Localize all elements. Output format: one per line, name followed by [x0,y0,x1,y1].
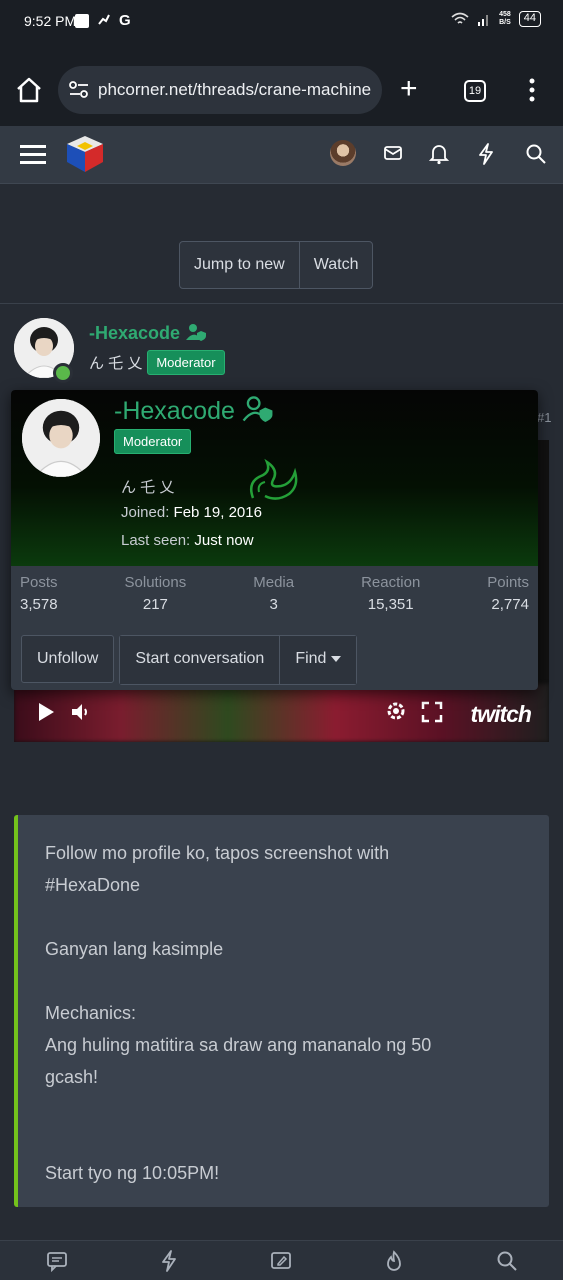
author-title-text: ん 乇 乂 [89,355,143,372]
volume-icon[interactable] [70,701,92,728]
quote-line: Mechanics: [45,1003,137,1023]
search-icon[interactable] [525,143,547,170]
quote-line: Follow mo profile ko, tapos screenshot w… [45,843,390,863]
start-conversation-button[interactable]: Start conversation [120,636,280,684]
online-indicator [53,363,73,383]
forums-icon[interactable] [46,1250,68,1277]
quote-line: #HexaDone [45,875,141,895]
member-card-actions: Unfollow Start conversation Find [21,635,357,685]
member-card-title: ん 乇 乂 [121,479,175,496]
stat-posts[interactable]: Posts 3,578 [20,574,58,613]
member-card-moderator-badge: Moderator [114,429,192,454]
status-time: 9:52 PM [24,13,77,29]
url-text[interactable]: phcorner.net/threads/crane-machine [98,80,371,100]
user-avatar[interactable] [330,140,356,166]
member-card-avatar[interactable] [22,399,100,477]
inbox-icon[interactable] [383,143,403,168]
wifi-icon [451,12,469,24]
user-shield-icon [186,324,207,341]
member-card-joined: Joined: Feb 19, 2016 [121,504,262,521]
author-subtitle: ん 乇 乂 Moderator [89,350,225,375]
stat-media[interactable]: Media 3 [253,574,294,613]
author-name[interactable]: -Hexacode [89,323,207,344]
bottom-search-icon[interactable] [496,1250,518,1277]
find-dropdown-button[interactable]: Find [279,636,356,684]
tab-switcher-button[interactable]: 19 [464,80,486,102]
member-card-name[interactable]: -Hexacode [114,396,274,426]
site-settings-icon[interactable] [68,80,90,100]
member-tooltip-card: -Hexacode Moderator ん 乇 乂 Joined: Feb 19… [11,390,538,690]
status-bar: 9:52 PM G 458 B/S 44 [0,0,563,44]
forum-header [0,126,563,184]
bottom-navigation [0,1240,563,1280]
address-bar[interactable]: phcorner.net/threads/crane-machine [58,66,382,114]
moderator-badge: Moderator [147,350,225,375]
running-icon [97,12,111,29]
post-thread-icon[interactable] [270,1250,292,1277]
site-logo[interactable] [64,134,106,179]
bell-icon[interactable] [428,143,450,170]
stat-reaction[interactable]: Reaction 15,351 [361,574,420,613]
quote-line: Ang huling matitira sa draw ang mananalo… [45,1035,432,1055]
stat-solutions[interactable]: Solutions 217 [125,574,187,613]
notification-icon [75,13,89,28]
hamburger-menu-icon[interactable] [20,144,46,171]
user-shield-icon [242,396,273,422]
razer-logo-icon [250,458,298,500]
network-speed: 458 B/S [499,11,511,26]
thread-actions: Jump to new Watch [179,241,374,289]
whats-new-icon[interactable] [159,1250,179,1277]
unfollow-button[interactable]: Unfollow [21,635,115,683]
fullscreen-icon[interactable] [421,701,443,728]
watch-button[interactable]: Watch [298,242,373,288]
browser-toolbar: phcorner.net/threads/crane-machine + 19 [0,44,563,126]
video-frame [14,684,549,742]
stat-points[interactable]: Points 2,774 [487,574,529,613]
jump-to-new-button[interactable]: Jump to new [180,242,299,288]
post-quote-block: Follow mo profile ko, tapos screenshot w… [14,815,549,1207]
quote-line: gcash! [45,1067,99,1087]
settings-gear-icon[interactable] [384,699,408,728]
twitch-logo[interactable]: twitch [471,701,532,728]
post-number[interactable]: #1 [537,410,551,425]
quote-line: Start tyo ng 10:05PM! [45,1163,220,1183]
member-card-last-seen: Last seen: Just now [121,532,254,549]
trending-fire-icon[interactable] [384,1250,404,1277]
member-stats: Posts 3,578 Solutions 217 Media 3 Reacti… [11,574,538,613]
overflow-menu-icon[interactable] [528,78,536,107]
quote-line: Ganyan lang kasimple [45,939,224,959]
lightning-icon[interactable] [477,143,495,170]
divider [0,303,563,304]
battery-icon: 44 [518,11,541,27]
new-tab-icon[interactable]: + [400,74,418,104]
play-icon[interactable] [36,701,56,728]
google-icon: G [119,12,131,29]
caret-down-icon [330,656,341,662]
signal-icon [478,15,489,26]
home-icon[interactable] [14,76,44,109]
